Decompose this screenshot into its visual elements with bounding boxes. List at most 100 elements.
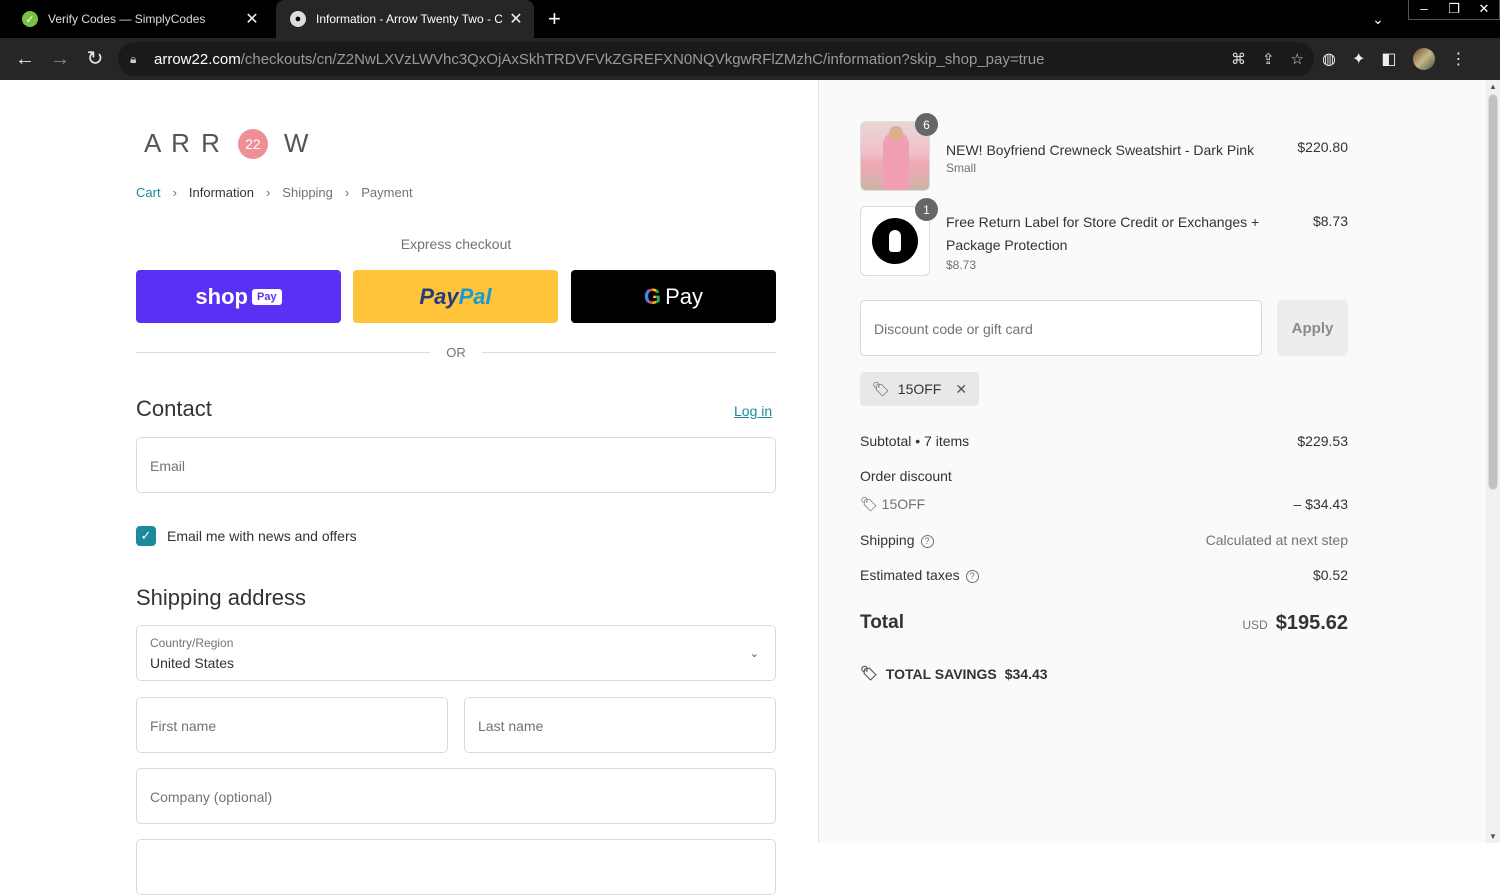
breadcrumb-information: Information [188,185,254,200]
url-field[interactable]: 🔒︎ arrow22.com/checkouts/cn/Z2NwLXVzLWVh… [118,42,1314,76]
breadcrumb-payment: Payment [361,185,413,200]
company-field[interactable]: Company (optional) [136,768,776,824]
tab-simplycodes[interactable]: ✓ Verify Codes — SimplyCodes ✕ [8,0,270,38]
paypal-logo-pay: Pay [419,283,459,309]
keyhole-shield-icon [872,218,918,264]
new-tab-icon[interactable]: + [548,6,561,32]
first-name-placeholder: First name [150,718,217,734]
help-circle-icon[interactable]: ? [920,534,934,548]
shipping-label: Shipping [860,532,915,548]
translate-icon[interactable]: ⌘ [1231,50,1246,68]
globe-extension-icon[interactable]: ◍ [1322,49,1336,69]
applied-discount-chip: 🏷︎ 15OFF ✕ [860,372,980,406]
extensions-puzzle-icon[interactable]: ✦ [1352,49,1365,69]
subtotal-value: $229.53 [1297,433,1348,449]
savings-value: $34.43 [1004,665,1048,682]
newsletter-option[interactable]: ✓ Email me with news and offers [136,526,357,546]
address-bar: ← → ↻ 🔒︎ arrow22.com/checkouts/cn/Z2NwLX… [0,38,1500,80]
first-name-field[interactable]: First name [136,697,448,753]
breadcrumb-shipping: Shipping [282,185,333,200]
profile-avatar[interactable] [1412,48,1435,70]
subtotal-label: Subtotal • 7 items [860,433,970,449]
contact-heading: Contact [136,396,212,421]
item-name: NEW! Boyfriend Crewneck Sweatshirt - Dar… [946,142,1255,158]
discount-code-input[interactable]: Discount code or gift card [860,300,1262,356]
tab-search-chevron-icon[interactable]: ⌄ [1362,11,1394,28]
shipping-value: Calculated at next step [1205,532,1348,548]
reload-icon[interactable]: ↻ [82,46,108,72]
tag-icon: 🏷︎ [872,380,890,397]
globe-favicon-icon: ● [290,11,306,27]
taxes-row: Estimated taxes? $0.52 [860,567,1348,583]
breadcrumb-cart[interactable]: Cart [136,185,161,200]
last-name-placeholder: Last name [478,718,544,734]
chevron-right-icon: › [265,185,271,200]
taxes-value: $0.52 [1312,567,1348,583]
savings-tag-icon: 🏷︎ [860,665,878,681]
newsletter-label: Email me with news and offers [167,528,357,544]
country-value: United States [150,655,235,671]
tab-title: Information - Arrow Twenty Two - Ch [316,12,502,26]
minimize-icon[interactable]: – [1409,0,1439,19]
savings-label: TOTAL SAVINGS [885,665,997,682]
order-discount-code-row: 🏷︎ 15OFF – $34.43 [860,496,1348,513]
help-circle-icon[interactable]: ? [965,569,979,583]
applied-code: 15OFF [897,381,942,397]
restore-icon[interactable]: ❐ [1439,0,1469,19]
shop-pay-tag: Pay [251,288,282,305]
share-icon[interactable]: ⇪ [1262,50,1275,68]
line-item: 1 Free Return Label for Store Credit or … [860,198,1348,278]
address-field[interactable] [136,839,776,895]
item-variant: $8.73 [946,258,977,272]
scroll-down-icon[interactable]: ▼ [1489,832,1497,841]
arrow22-logo[interactable]: A R R 22 W [144,128,310,159]
logo-letter-w: W [283,128,311,158]
lock-icon[interactable]: 🔒︎ [130,52,144,67]
last-name-field[interactable]: Last name [464,697,776,753]
google-pay-button[interactable]: G Pay [571,270,776,323]
scroll-up-icon[interactable]: ▲ [1489,82,1497,91]
checkout-main: A R R 22 W Cart › Information › Shipping… [0,80,818,895]
item-price: $8.73 [1312,213,1348,229]
breadcrumb: Cart › Information › Shipping › Payment [136,185,413,200]
logo-badge: 22 [237,128,268,159]
order-discount-label: Order discount [860,468,952,484]
tab-arrow-information[interactable]: ● Information - Arrow Twenty Two - Ch ✕ [276,0,534,38]
paypal-button[interactable]: Pay Pal [353,270,558,323]
shipping-address-heading: Shipping address [136,585,307,610]
item-name: Free Return Label for Store Credit or Ex… [946,214,1260,253]
line-item: 6 NEW! Boyfriend Crewneck Sweatshirt - D… [860,113,1348,193]
forward-arrow-icon[interactable]: → [47,46,73,72]
chevron-right-icon: › [172,185,177,200]
item-price: $220.80 [1297,139,1348,155]
menu-kebab-icon[interactable]: ⋮ [1451,49,1467,69]
email-field[interactable]: Email [136,437,776,493]
login-link[interactable]: Log in [734,403,772,419]
close-window-icon[interactable]: ✕ [1469,0,1499,19]
shop-pay-button[interactable]: shop Pay [136,270,341,323]
bookmark-star-icon[interactable]: ☆ [1291,50,1304,68]
scrollbar-thumb[interactable] [1488,94,1498,490]
express-checkout-title: Express checkout [400,236,512,252]
close-tab-icon[interactable]: ✕ [244,9,260,29]
side-panel-icon[interactable]: ◧ [1381,49,1396,69]
newsletter-checkbox[interactable]: ✓ [136,526,156,546]
discount-placeholder: Discount code or gift card [874,321,1033,337]
remove-discount-icon[interactable]: ✕ [955,381,967,398]
back-arrow-icon[interactable]: ← [12,46,38,72]
close-tab-icon[interactable]: ✕ [508,9,524,29]
window-controls: ⌄ – ❐ ✕ [1362,0,1500,38]
email-placeholder: Email [150,458,186,474]
order-summary [818,80,1486,843]
url-host: arrow22.com [154,50,241,68]
country-select[interactable]: Country/Region United States ⌄ [136,625,776,681]
page-scrollbar[interactable]: ▲ ▼ [1486,80,1500,843]
logo-letters: A R R [144,128,222,158]
shop-pay-logo: shop [195,283,248,309]
apply-discount-button[interactable]: Apply [1277,300,1348,356]
taxes-label: Estimated taxes [860,567,960,583]
subtotal-row: Subtotal • 7 items $229.53 [860,433,1348,449]
country-label: Country/Region [150,636,234,650]
shipping-row: Shipping? Calculated at next step [860,532,1348,548]
total-label: Total [860,612,904,633]
